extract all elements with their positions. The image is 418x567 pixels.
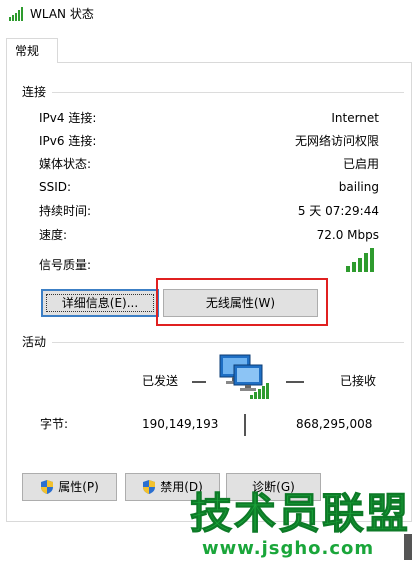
media-state-label: 媒体状态: [39,157,92,171]
tab-general[interactable]: 常规 [6,38,58,63]
wlan-status-dialog: WLAN 状态 常规 连接 IPv4 连接: Internet IPv6 连接:… [0,0,418,567]
media-state-value: 已启用 [342,157,379,171]
activity-group-divider [52,342,404,343]
title-bar[interactable]: WLAN 状态 [0,0,418,30]
duration-label: 持续时间: [39,204,92,218]
received-label: 已接收 [340,374,377,388]
wifi-signal-icon [9,7,23,21]
media-state-row: 媒体状态: 已启用 [39,154,379,174]
speed-value: 72.0 Mbps [316,228,379,242]
activity-group-title: 活动 [22,334,51,350]
window-title: WLAN 状态 [30,7,94,21]
speed-label: 速度: [39,228,68,242]
duration-row: 持续时间: 5 天 07:29:44 [39,201,379,221]
ipv4-value: Internet [331,111,379,125]
ssid-value: bailing [338,180,379,194]
tab-general-label: 常规 [15,44,40,58]
bytes-received-value: 868,295,008 [296,417,373,431]
watermark-title: 技术员联盟 [189,489,411,538]
ipv4-row: IPv4 连接: Internet [39,108,379,128]
signal-strength-icon [346,248,374,272]
sent-dash [192,381,206,383]
bytes-separator [244,414,246,436]
received-dash [286,381,304,383]
properties-button[interactable]: 属性(P) [22,473,117,501]
details-button[interactable]: 详细信息(E)... [41,289,159,317]
uac-shield-icon [41,480,54,494]
duration-value: 5 天 07:29:44 [297,204,379,218]
ssid-row: SSID: bailing [39,177,379,197]
ipv4-label: IPv4 连接: [39,111,97,125]
sent-label: 已发送 [142,374,179,388]
watermark: 技术员联盟 www.jsgho.com [189,488,415,567]
signal-quality-label: 信号质量: [39,258,92,272]
signal-quality-row: 信号质量: [39,255,379,275]
details-button-label: 详细信息(E)... [61,296,139,310]
connection-group-divider [52,92,404,93]
properties-button-label: 属性(P) [58,480,99,494]
bytes-sent-value: 190,149,193 [142,417,219,431]
connection-group-title: 连接 [22,84,51,100]
ipv6-row: IPv6 连接: 无网络访问权限 [39,131,379,151]
ipv6-value: 无网络访问权限 [294,134,379,148]
speed-row: 速度: 72.0 Mbps [39,225,379,245]
ssid-label: SSID: [39,180,72,194]
bytes-label: 字节: [40,417,69,431]
uac-shield-icon [143,480,156,494]
network-computer-icon [219,354,269,399]
watermark-url: www.jsgho.com [202,538,375,559]
annotation-highlight-box [156,278,328,326]
ipv6-label: IPv6 连接: [39,134,97,148]
